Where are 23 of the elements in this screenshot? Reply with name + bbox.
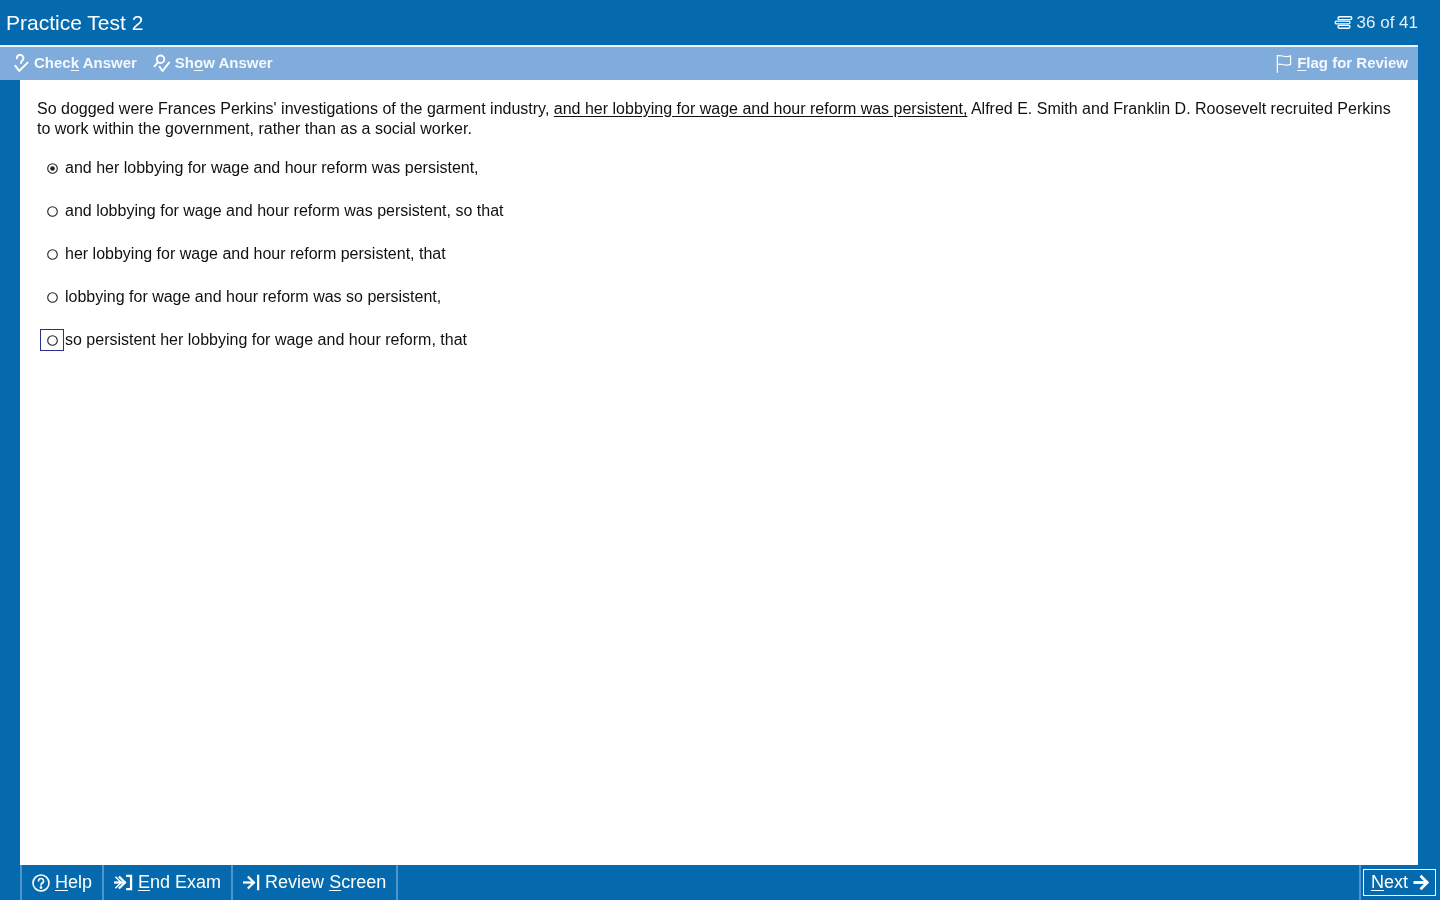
radio-button[interactable] xyxy=(46,248,58,260)
choice-text: and lobbying for wage and hour reform was persistent, so that xyxy=(64,201,504,221)
question-counter: 36 of 41 xyxy=(1356,11,1418,34)
choice-text: lobbying for wage and hour reform was so persistent, xyxy=(64,287,442,307)
choice-text: her lobbying for wage and hour reform persistent, that xyxy=(64,244,446,264)
flag-icon xyxy=(1275,54,1293,73)
next-button[interactable]: Next xyxy=(1359,865,1440,900)
choice-text: and her lobbying for wage and hour reform was persistent, xyxy=(64,158,479,178)
choice-text: so persistent her lobbying for wage and hour reform, that xyxy=(64,330,467,350)
question-passage: So dogged were Frances Perkins' investigations of the garment industry, and her lobbying for wage and hour reform was persistent, Alfred E. Smith and Franklin D. Roosevelt recruited Perkins to work within the government, rather than as a social worker. xyxy=(37,99,1392,139)
radio-button[interactable] xyxy=(46,291,58,303)
radio-button[interactable] xyxy=(46,162,58,174)
question-check-icon xyxy=(14,54,29,73)
radio-button[interactable] xyxy=(46,334,58,346)
help-icon xyxy=(32,873,50,892)
radio-button[interactable] xyxy=(46,205,58,217)
arrow-into-bracket-icon xyxy=(114,874,134,891)
end-exam-button[interactable]: End Exam xyxy=(102,865,232,900)
help-button[interactable]: Help xyxy=(20,865,103,900)
magnifier-check-icon xyxy=(152,54,170,73)
window-title: Practice Test 2 xyxy=(6,9,144,36)
review-screen-button[interactable]: Review Screen xyxy=(231,865,397,900)
stack-icon xyxy=(1333,16,1353,29)
